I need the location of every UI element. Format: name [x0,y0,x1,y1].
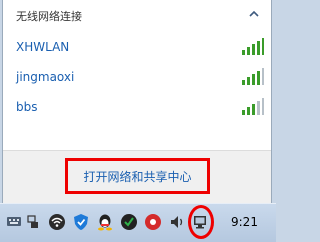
network-tray-highlight [188,205,214,239]
signal-strength-icon [242,98,264,115]
pinyin-toggle-icon[interactable] [26,213,40,231]
network-name: jingmaoxi [16,70,75,84]
signal-strength-icon [242,68,264,85]
antivirus-icon[interactable] [120,213,138,231]
network-item-bbs[interactable]: bbs [16,97,264,117]
collapse-chevron-icon[interactable] [249,10,259,18]
wifi-tray-icon[interactable] [48,213,66,231]
popup-footer: 打开网络和共享中心 [3,150,271,203]
red-app-icon[interactable] [144,213,162,231]
qq-icon[interactable] [96,213,114,231]
keyboard-icon[interactable] [6,213,22,231]
network-item-xhwlan[interactable]: XHWLAN [16,37,264,57]
taskbar: 9:21 [0,203,276,242]
open-network-sharing-center-link[interactable]: 打开网络和共享中心 [65,158,210,194]
shield-icon[interactable] [72,213,90,231]
wireless-network-popup: 无线网络连接 XHWLAN jingmaoxi bbs 打开网络和共享中心 [2,0,272,203]
wireless-section-title: 无线网络连接 [16,10,82,23]
network-name: bbs [16,100,38,114]
network-item-jingmaoxi[interactable]: jingmaoxi [16,67,264,87]
network-name: XHWLAN [16,40,70,54]
signal-strength-icon [242,38,264,55]
volume-icon[interactable] [168,213,186,231]
clock-time[interactable]: 9:21 [231,215,258,229]
